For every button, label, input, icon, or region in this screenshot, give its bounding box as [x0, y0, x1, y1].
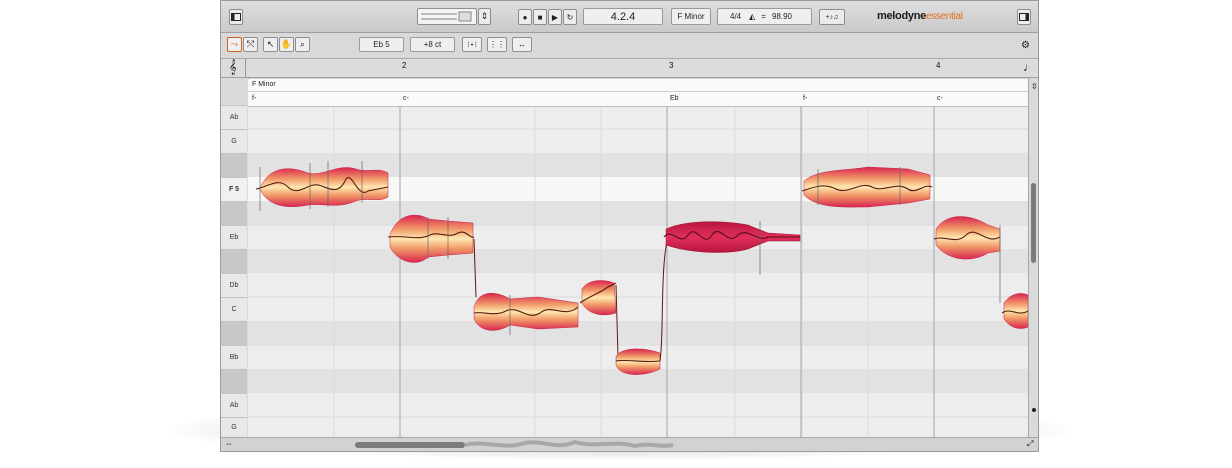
pitch-key-c: C: [221, 298, 247, 322]
select-tool-button[interactable]: ↖: [263, 37, 278, 52]
chord-label[interactable]: f-: [803, 95, 807, 102]
pitch-center-icon: ⁝⋆⁝: [466, 40, 478, 49]
chord-label[interactable]: c-: [403, 95, 409, 102]
scroll-tool-button[interactable]: ✋: [279, 37, 294, 52]
tempo-detect-button[interactable]: +♪♫: [819, 9, 845, 25]
tempo-display[interactable]: 4/4 ◭ = 98.90: [717, 8, 812, 25]
scroll-dot-icon[interactable]: [1032, 408, 1036, 412]
arrow-pointer-icon: ↖: [266, 39, 275, 49]
stop-icon: ■: [537, 12, 543, 22]
main-tool-button[interactable]: ⤳: [227, 37, 242, 52]
loop-button[interactable]: ↻: [563, 9, 577, 25]
pitch-ruler[interactable]: Ab G F 5 Eb Db C Bb Ab G: [221, 78, 249, 438]
metronome-icon: ◭: [749, 12, 756, 21]
timeline-ruler[interactable]: 𝄞 2 3 4 ♩: [221, 59, 1038, 78]
tempo-value: 98.90: [771, 12, 792, 21]
chord-lane[interactable]: f- c- Eb f- c-: [248, 92, 1028, 107]
pitch-key-eb: Eb: [221, 226, 247, 250]
pitch-key-g: G: [221, 130, 247, 154]
time-quantize-icon: ↔: [518, 40, 526, 49]
fit-view-icon[interactable]: ⤢: [1027, 439, 1033, 449]
pitch-key-g-low: G: [221, 418, 247, 438]
scrollbar-thumb[interactable]: [1031, 183, 1036, 263]
tempo-separator: =: [761, 12, 766, 21]
play-icon: ▶: [551, 12, 559, 22]
key-display[interactable]: F Minor: [671, 8, 711, 25]
right-panel-toggle-button[interactable]: [1017, 9, 1031, 25]
meter-value: 4/4: [730, 12, 742, 21]
loop-icon: ↻: [566, 12, 574, 22]
tool-bar: ⤳ ⤲ ↖ ✋ ⌕ Eb 5 +8 ct ⁝⋆⁝ ⋮⋮ ↔ ⚙: [221, 33, 1038, 59]
grid-row: [248, 321, 1028, 345]
vertical-scrollbar[interactable]: ⇳: [1028, 78, 1038, 438]
panel-right-icon: [1019, 13, 1029, 21]
zoom-tool-button[interactable]: ⌕: [295, 37, 310, 52]
pitch-key-ab: Ab: [221, 106, 247, 130]
waveform-zoom-icon: ⇔: [225, 439, 233, 448]
scale-lane[interactable]: F Minor: [248, 79, 1028, 92]
note-editor-canvas[interactable]: [248, 107, 1028, 437]
pitch-value-field[interactable]: Eb 5: [359, 37, 404, 52]
chord-label[interactable]: c-: [937, 95, 943, 102]
overview-waveform[interactable]: [355, 440, 675, 450]
panel-left-icon: [231, 13, 241, 21]
overview-scrollbar[interactable]: ⇔ ⤢: [221, 437, 1038, 451]
quantize-pitch-drift-button[interactable]: ⋮⋮: [487, 37, 507, 52]
pitch-key: [221, 154, 247, 178]
ruler-divider: [245, 59, 246, 77]
settings-gear-icon[interactable]: ⚙: [1021, 40, 1030, 51]
scroll-mode-button[interactable]: ⇕: [478, 8, 491, 25]
bar-number-3: 3: [669, 61, 674, 70]
cents-value-field[interactable]: +8 ct: [410, 37, 455, 52]
chord-label[interactable]: f-: [252, 95, 256, 102]
note-value-icon[interactable]: ♩: [1023, 60, 1035, 74]
quantize-pitch-center-button[interactable]: ⁝⋆⁝: [462, 37, 482, 52]
left-panel-toggle-button[interactable]: [229, 9, 243, 25]
chord-label[interactable]: Eb: [670, 95, 679, 102]
pitch-key-db: Db: [221, 274, 247, 298]
scale-label: F Minor: [252, 81, 276, 88]
main-tool-icon: ⤳: [230, 39, 239, 49]
note-blob[interactable]: [801, 166, 933, 208]
playhead-icon: ⇕: [480, 11, 489, 21]
stop-button[interactable]: ■: [533, 9, 547, 25]
pitch-key-ab-low: Ab: [221, 394, 247, 418]
pitch-key: [221, 370, 247, 394]
level-meter-icon: [421, 11, 472, 22]
magnifier-icon: ⌕: [299, 39, 306, 49]
pitch-key-bb: Bb: [221, 346, 247, 370]
pitch-key: [221, 202, 247, 226]
pitch-key: [221, 250, 247, 274]
pitch-modulation-tool-button[interactable]: ⤲: [243, 37, 258, 52]
pitch-drift-icon: ⋮⋮: [489, 40, 505, 49]
treble-clef-icon: 𝄞: [229, 59, 237, 74]
bar-number-2: 2: [402, 61, 407, 70]
bar-number-4: 4: [936, 61, 941, 70]
melodyne-logo: melodyneessential: [877, 10, 963, 22]
position-display[interactable]: 4.2.4: [583, 8, 663, 25]
record-button[interactable]: ●: [518, 9, 532, 25]
play-button[interactable]: ▶: [548, 9, 562, 25]
tempo-detect-icon: +♪♫: [825, 13, 839, 21]
transport-bar: ⇕ ● ■ ▶ ↻ 4.2.4 F Minor 4/4 ◭ = 98.90 +♪…: [221, 1, 1038, 33]
grid-row: [248, 201, 1028, 225]
grid-row: [248, 249, 1028, 273]
pitch-key-f5: F 5: [221, 178, 247, 202]
melodyne-window: ⇕ ● ■ ▶ ↻ 4.2.4 F Minor 4/4 ◭ = 98.90 +♪…: [220, 0, 1039, 452]
volume-slider[interactable]: [417, 8, 477, 25]
hand-icon: ✋: [280, 39, 293, 49]
quantize-time-button[interactable]: ↔: [512, 37, 532, 52]
pitch-key: [221, 78, 247, 106]
record-icon: ●: [522, 12, 528, 22]
pitch-tool-icon: ⤲: [246, 39, 255, 49]
zoom-icon: ⇳: [1031, 82, 1038, 91]
pitch-key: [221, 322, 247, 346]
